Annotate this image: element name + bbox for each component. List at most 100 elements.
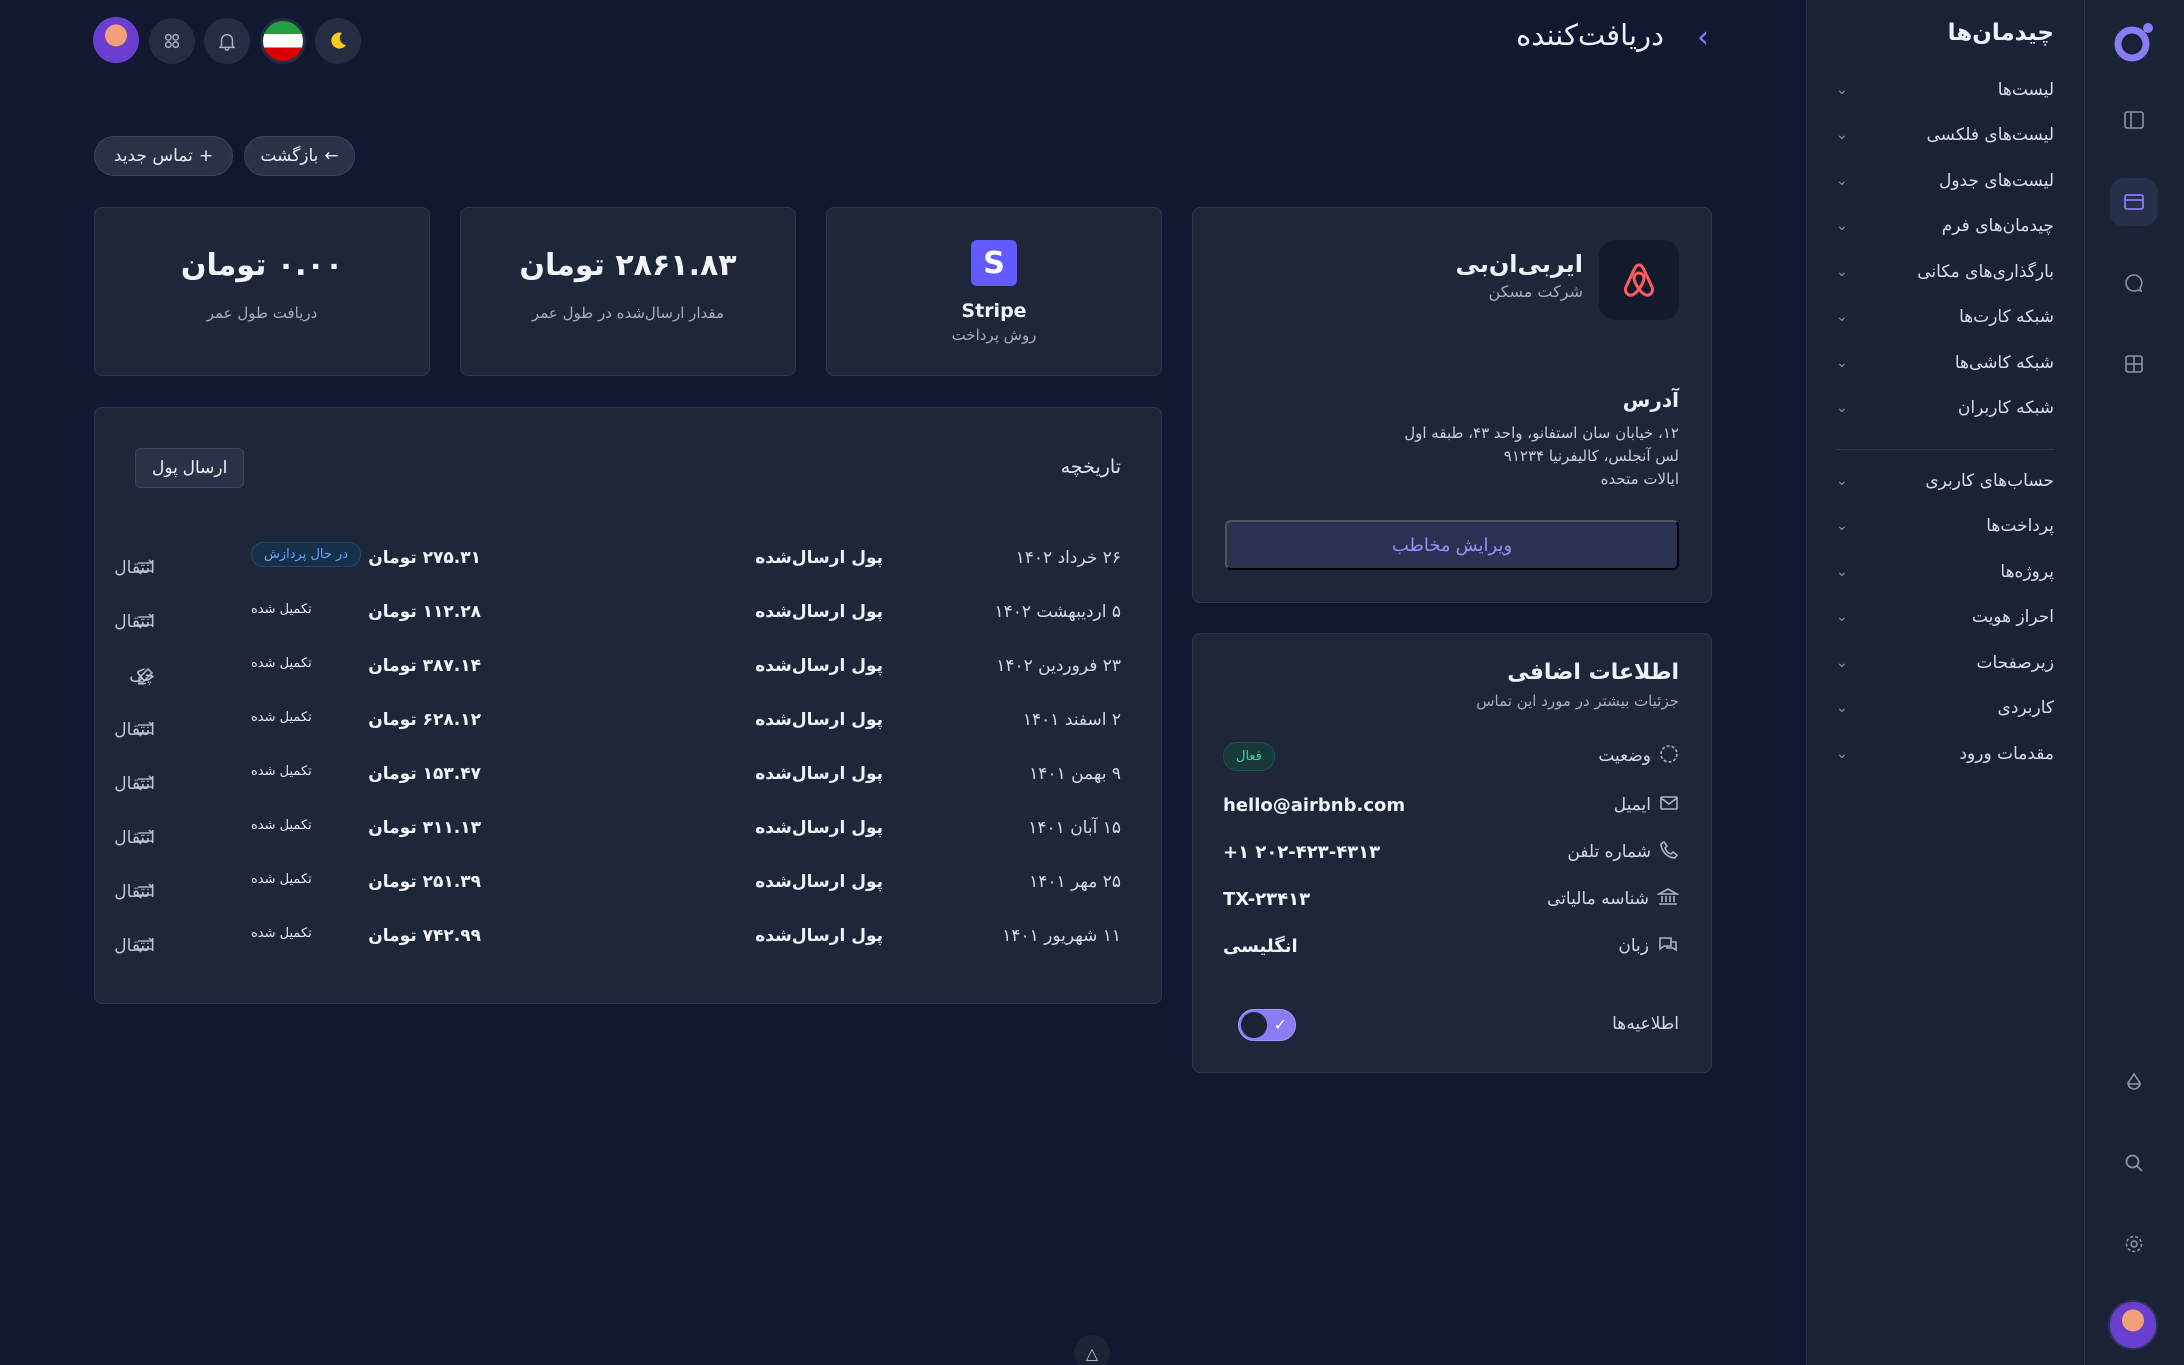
row-date: ۲۳ فروردین ۱۴۰۲ xyxy=(996,656,1121,676)
email-row: ایمیل hello@airbnb.com xyxy=(1223,785,1679,825)
chevron-down-icon: ⌄ xyxy=(1836,473,1848,489)
extra-info-card: اطلاعات اضافی جزئیات بیشتر در مورد این ت… xyxy=(1192,633,1712,1073)
payment-method-label: روش پرداخت xyxy=(951,326,1037,344)
new-contact-button[interactable]: + تماس جدید xyxy=(94,136,233,176)
status-row: وضعیت فعال xyxy=(1223,736,1679,776)
chevron-down-icon: ⌄ xyxy=(1836,700,1848,716)
phone-row: شماره تلفن +۱ ۲۰۲-۴۲۳-۴۳۱۳ xyxy=(1223,832,1679,872)
row-amount: ۱۵۳.۴۷ تومان xyxy=(368,764,481,784)
chevron-down-icon: ⌄ xyxy=(1836,564,1848,580)
chevron-down-icon: ⌄ xyxy=(1836,82,1848,98)
chevron-down-icon: ⌄ xyxy=(1836,355,1848,371)
history-row[interactable]: ۱۱ شهریور ۱۴۰۱ پول ارسال‌شده ۷۴۲.۹۹ تومان ت… xyxy=(114,916,1121,956)
arrow-left-icon: ← xyxy=(324,146,339,166)
row-description: پول ارسال‌شده xyxy=(755,602,883,622)
row-description: پول ارسال‌شده xyxy=(755,764,883,784)
company-name: ایربی‌ان‌بی xyxy=(1455,250,1583,278)
row-status-badge: تکمیل شده xyxy=(251,656,312,671)
header-avatar[interactable] xyxy=(93,17,139,63)
history-row[interactable]: ۹ بهمن ۱۴۰۱ پول ارسال‌شده ۱۵۳.۴۷ تومان تکمی… xyxy=(114,754,1121,794)
lifetime-received-value: ۰.۰۰ تومان xyxy=(180,248,344,283)
menu-divider xyxy=(1836,449,2054,450)
user-avatar[interactable] xyxy=(2108,1300,2158,1350)
row-status-badge: تکمیل شده xyxy=(251,818,312,833)
lifetime-received-card: ۰.۰۰ تومان دریافت طول عمر xyxy=(94,207,430,376)
history-card: تاریخچه ارسال پول ۲۶ خرداد ۱۴۰۲ پول ارسال… xyxy=(94,407,1162,1004)
chat-icon[interactable] xyxy=(2110,259,2158,307)
row-status-badge: تکمیل شده xyxy=(251,602,312,617)
payment-method-card: S Stripe روش پرداخت xyxy=(826,207,1162,376)
history-row[interactable]: ۱۵ آبان ۱۴۰۱ پول ارسال‌شده ۳۱۱.۱۳ تومان تکم… xyxy=(114,808,1121,848)
apps-icon[interactable] xyxy=(149,18,195,64)
chevron-down-icon: ⌄ xyxy=(1836,746,1848,762)
row-status-badge: تکمیل شده xyxy=(251,710,312,725)
moon-icon[interactable] xyxy=(315,18,361,64)
plus-icon: + xyxy=(198,146,214,166)
menu-item-projects[interactable]: پروژه‌ها ⌄ xyxy=(1836,552,2054,592)
lifetime-sent-value: ۲۸۶۱.۸۳ تومان xyxy=(519,248,737,283)
history-row[interactable]: ۵ اردیبهشت ۱۴۰۲ پول ارسال‌شده ۱۱۲.۲۸ تومان… xyxy=(114,592,1121,632)
chevron-down-icon: ⌄ xyxy=(1836,655,1848,671)
flag-iran-icon[interactable] xyxy=(260,18,306,64)
menu-item-flex-lists[interactable]: لیست‌های فلکسی ⌄ xyxy=(1836,115,2054,155)
chevron-down-icon: ⌄ xyxy=(1836,173,1848,189)
menu-item-onboarding[interactable]: مقدمات ورود ⌄ xyxy=(1836,734,2054,774)
send-money-button[interactable]: ارسال پول xyxy=(135,448,245,488)
history-row[interactable]: ۲۶ خرداد ۱۴۰۲ پول ارسال‌شده ۲۷۵.۳۱ تومان در… xyxy=(114,538,1121,578)
check-icon: ✓ xyxy=(1273,1015,1287,1034)
row-status-badge: تکمیل شده xyxy=(251,926,312,941)
profile-card: ایربی‌ان‌بی شرکت مسکن آدرس ۱۲، خیابان سا… xyxy=(1192,207,1712,603)
payment-method-value: Stripe xyxy=(961,300,1027,322)
row-date: ۵ اردیبهشت ۱۴۰۲ xyxy=(994,602,1121,622)
grid-icon[interactable] xyxy=(2110,340,2158,388)
chat-bubbles-icon xyxy=(1657,934,1679,959)
row-amount: ۷۴۲.۹۹ تومان xyxy=(368,926,481,946)
notifications-toggle[interactable]: ✓ xyxy=(1238,1009,1296,1041)
history-row[interactable]: ۲۳ فروردین ۱۴۰۲ پول ارسال‌شده ۳۸۷.۱۴ تومان… xyxy=(129,646,1121,686)
email-value[interactable]: hello@airbnb.com xyxy=(1223,795,1405,816)
history-row[interactable]: ۲ اسفند ۱۴۰۱ پول ارسال‌شده ۶۲۸.۱۲ تومان تکم… xyxy=(114,700,1121,740)
menu-item-tile-grid[interactable]: شبکه کاشی‌ها ⌄ xyxy=(1836,343,2054,383)
row-date: ۹ بهمن ۱۴۰۱ xyxy=(1029,764,1121,784)
company-subtitle: شرکت مسکن xyxy=(1488,282,1583,301)
row-date: ۲ اسفند ۱۴۰۱ xyxy=(1022,710,1121,730)
menu-item-form-layouts[interactable]: چیدمان‌های فرم ⌄ xyxy=(1836,206,2054,246)
row-status-badge: در حال پردازش xyxy=(251,542,362,567)
menu-item-accounts[interactable]: حساب‌های کاربری ⌄ xyxy=(1836,461,2054,501)
menu-item-user-grid[interactable]: شبکه کاربران ⌄ xyxy=(1836,388,2054,428)
menu-item-card-grid[interactable]: شبکه کارت‌ها ⌄ xyxy=(1836,297,2054,337)
sidebar-layout-icon[interactable] xyxy=(2110,96,2158,144)
layouts-icon[interactable] xyxy=(2110,178,2158,226)
nuxt-logo-icon[interactable]: △ xyxy=(1074,1335,1110,1365)
tax-row: شناسه مالیاتی TX-۲۳۴۱۳ xyxy=(1223,879,1681,919)
row-amount: ۲۵۱.۳۹ تومان xyxy=(368,872,481,892)
menu-panel: چیدمان‌ها لیست‌ها ⌄ لیست‌های فلکسی ⌄ لیست‌… xyxy=(1806,0,2084,1365)
history-title: تاریخچه xyxy=(1060,456,1121,478)
chevron-right-icon[interactable]: › xyxy=(1697,20,1709,55)
menu-item-utility[interactable]: کاربردی ⌄ xyxy=(1836,688,2054,728)
lifetime-sent-label: مقدار ارسال‌شده در طول عمر xyxy=(531,304,725,322)
chevron-down-icon: ⌄ xyxy=(1836,264,1848,280)
row-amount: ۳۸۷.۱۴ تومان xyxy=(368,656,481,676)
chevron-down-icon: ⌄ xyxy=(1836,218,1848,234)
gear-icon[interactable] xyxy=(2110,1220,2158,1268)
phone-value[interactable]: +۱ ۲۰۲-۴۲۳-۴۳۱۳ xyxy=(1223,842,1380,863)
search-icon[interactable] xyxy=(2110,1139,2158,1187)
drop-icon[interactable] xyxy=(2110,1058,2158,1106)
row-description: پول ارسال‌شده xyxy=(755,818,883,838)
menu-item-payments[interactable]: پرداخت‌ها ⌄ xyxy=(1836,506,2054,546)
bell-icon[interactable] xyxy=(204,18,250,64)
menu-item-auth[interactable]: احراز هویت ⌄ xyxy=(1836,597,2054,637)
menu-item-subpages[interactable]: زیرصفحات ⌄ xyxy=(1836,643,2054,683)
menu-item-lists[interactable]: لیست‌ها ⌄ xyxy=(1836,70,2054,110)
menu-item-table-lists[interactable]: لیست‌های جدول ⌄ xyxy=(1836,161,2054,201)
row-amount: ۱۱۲.۲۸ تومان xyxy=(368,602,481,622)
row-amount: ۶۲۸.۱۲ تومان xyxy=(368,710,481,730)
back-button[interactable]: ← بازگشت xyxy=(244,136,355,176)
stripe-logo-icon: S xyxy=(971,240,1017,286)
app-logo-icon[interactable] xyxy=(2112,20,2156,64)
edit-contact-button[interactable]: ویرایش مخاطب xyxy=(1225,520,1679,570)
menu-item-placeloads[interactable]: بارگذاری‌های مکانی ⌄ xyxy=(1836,252,2054,292)
history-row[interactable]: ۲۵ مهر ۱۴۰۱ پول ارسال‌شده ۲۵۱.۳۹ تومان تکمی… xyxy=(114,862,1121,902)
bank-icon xyxy=(1655,887,1681,912)
